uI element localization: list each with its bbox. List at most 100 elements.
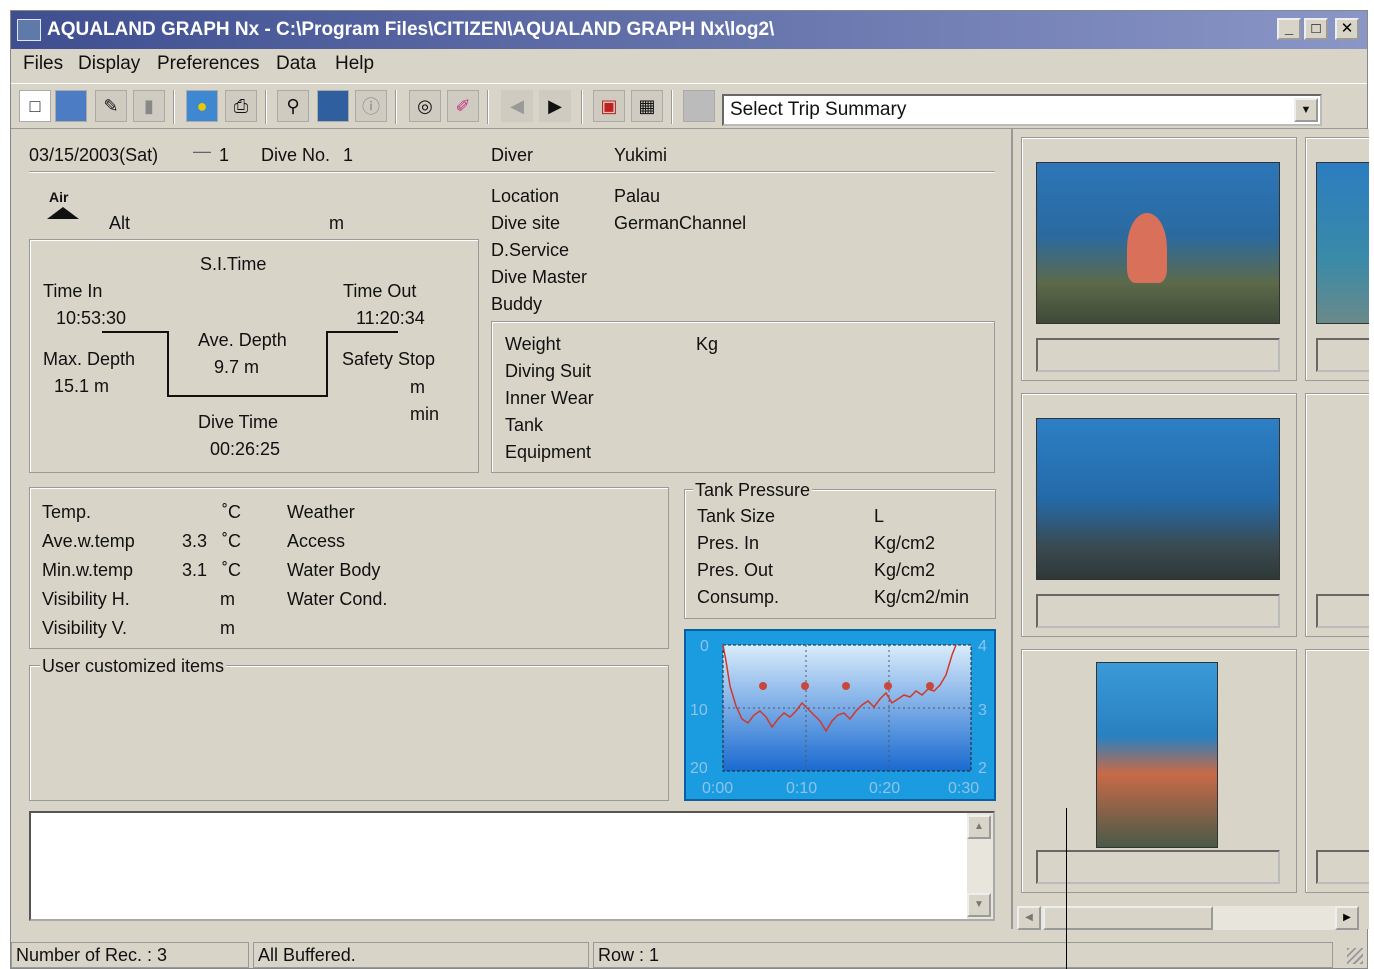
photo-cell[interactable] (1305, 137, 1369, 381)
table-icon[interactable]: ▦ (631, 90, 663, 122)
app-icon (17, 19, 41, 41)
chevron-down-icon[interactable]: ▼ (1294, 98, 1318, 122)
photo-caption-field[interactable] (1316, 850, 1369, 884)
y-tick-left: 0 (700, 638, 709, 655)
binoculars-icon[interactable]: ⚲ (277, 90, 309, 122)
photo-thumbnail[interactable] (1036, 162, 1280, 324)
lifebuoy-icon[interactable]: ◎ (409, 90, 441, 122)
scroll-up-icon[interactable]: ▲ (967, 815, 991, 839)
mini-dive-graph[interactable]: 0 10 20 4 3 2 0:00 0:10 0:20 0:30 (684, 629, 996, 801)
photo-cell[interactable] (1021, 137, 1297, 381)
diver-value[interactable]: Yukimi (614, 145, 667, 166)
title-bar[interactable]: AQUALAND GRAPH Nx - C:\Program Files\CIT… (11, 11, 1367, 49)
ave-w-temp-unit: ˚C (222, 531, 241, 551)
scroll-left-icon[interactable]: ◀ (1017, 906, 1041, 930)
graph-canvas: 0 10 20 4 3 2 0:00 0:10 0:20 0:30 (690, 638, 987, 797)
menu-display[interactable]: Display (78, 53, 140, 75)
minimize-button[interactable]: _ (1277, 18, 1301, 40)
arrow-left-icon[interactable]: ◀ (501, 90, 533, 122)
map-icon[interactable] (55, 90, 87, 122)
buddy-label: Buddy (491, 294, 543, 314)
edit-icon[interactable]: ✎ (95, 90, 127, 122)
photo-caption-field[interactable] (1036, 338, 1280, 372)
export-icon[interactable]: ▣ (593, 90, 625, 122)
photo-thumbnail[interactable] (1316, 162, 1369, 324)
menu-files[interactable]: Files (23, 53, 63, 75)
toolbar-separator (265, 90, 267, 124)
scroll-thumb[interactable] (1043, 906, 1213, 930)
menu-data[interactable]: Data (276, 53, 316, 75)
print-icon[interactable]: ⎙ (225, 90, 257, 122)
delete-icon[interactable]: ▮ (133, 90, 165, 122)
new-icon[interactable]: □ (19, 90, 51, 122)
divider (29, 171, 995, 173)
menu-bar: Files Display Preferences Data Help (11, 49, 1367, 81)
location-value[interactable]: Palau (614, 186, 660, 207)
photo-cell[interactable] (1305, 393, 1369, 637)
dive-site-value[interactable]: GermanChannel (614, 213, 746, 234)
safety-stop-m: m (410, 377, 425, 397)
y-tick-left: 10 (690, 702, 708, 719)
app-window: AQUALAND GRAPH Nx - C:\Program Files\CIT… (10, 10, 1369, 969)
photo-cell[interactable] (1021, 393, 1297, 637)
dive-master-label: Dive Master (491, 267, 588, 287)
temp-label: Temp. (42, 502, 92, 522)
maximize-button[interactable]: □ (1304, 18, 1328, 40)
annotation-line (1066, 808, 1067, 969)
photo-cell[interactable] (1021, 649, 1297, 893)
safety-stop-min: min (410, 404, 440, 424)
memo-textarea[interactable]: ▲ ▼ (29, 811, 995, 921)
menu-help[interactable]: Help (335, 53, 374, 75)
toolbar-separator (173, 90, 175, 124)
photo-thumbnail[interactable] (1036, 418, 1280, 580)
ave-w-temp-label: Ave.w.temp (42, 531, 135, 551)
access-label: Access (287, 531, 346, 551)
scroll-down-icon[interactable]: ▼ (967, 893, 991, 917)
water-body-label: Water Body (287, 560, 381, 580)
memo-scrollbar[interactable]: ▲ ▼ (967, 813, 993, 919)
dive-index: 1 (219, 145, 230, 165)
scroll-right-icon[interactable]: ▶ (1335, 906, 1359, 930)
info-icon[interactable]: ⓘ (355, 90, 387, 122)
photo-hscrollbar[interactable]: ◀ ▶ (1017, 906, 1359, 930)
photo-icon[interactable] (317, 90, 349, 122)
photo-caption-field[interactable] (1036, 594, 1280, 628)
trip-summary-select[interactable]: Select Trip Summary ▼ (722, 94, 1322, 126)
user-items-title: User customized items (40, 656, 227, 677)
photo-caption-field[interactable] (1316, 594, 1369, 628)
toolbar-separator (671, 90, 673, 124)
dive-no-label: Dive No. (261, 145, 331, 165)
blank-icon[interactable] (683, 90, 715, 122)
consump-unit: Kg/cm2/min (874, 587, 970, 607)
tank-label: Tank (505, 415, 544, 435)
photo-caption-field[interactable] (1036, 850, 1280, 884)
menu-preferences[interactable]: Preferences (157, 53, 259, 75)
photo-thumbnail[interactable] (1096, 662, 1218, 848)
globe-icon[interactable]: ● (186, 90, 218, 122)
dive-profile-box: S.I.Time Time In 10:53:30 Time Out 11:20… (29, 239, 479, 473)
alt-unit: m (329, 213, 344, 233)
diving-suit-label: Diving Suit (505, 361, 592, 381)
close-button[interactable]: ✕ (1335, 18, 1359, 40)
toolbar-separator (581, 90, 583, 124)
pres-out-label: Pres. Out (697, 560, 774, 580)
status-buffer: All Buffered. (253, 942, 589, 968)
arrow-right-icon[interactable]: ▶ (539, 90, 571, 122)
resize-grip-icon[interactable] (1347, 948, 1363, 964)
visibility-h-unit: m (220, 589, 235, 609)
ave-depth-value: 9.7 m (214, 357, 260, 377)
photo-cell[interactable] (1305, 649, 1369, 893)
min-w-temp-unit: ˚C (222, 560, 241, 580)
equipment-label: Equipment (505, 442, 592, 462)
min-w-temp-label: Min.w.temp (42, 560, 134, 580)
dash: — (193, 141, 211, 161)
weight-unit: Kg (696, 334, 719, 354)
pen-icon[interactable]: ✐ (447, 90, 479, 122)
event-marker (759, 682, 767, 690)
event-marker (926, 682, 934, 690)
toolbar-separator (395, 90, 397, 124)
consump-label: Consump. (697, 587, 780, 607)
photo-caption-field[interactable] (1316, 338, 1369, 372)
max-depth-value: 15.1 m (54, 376, 110, 396)
trip-summary-value: Select Trip Summary (730, 99, 907, 120)
